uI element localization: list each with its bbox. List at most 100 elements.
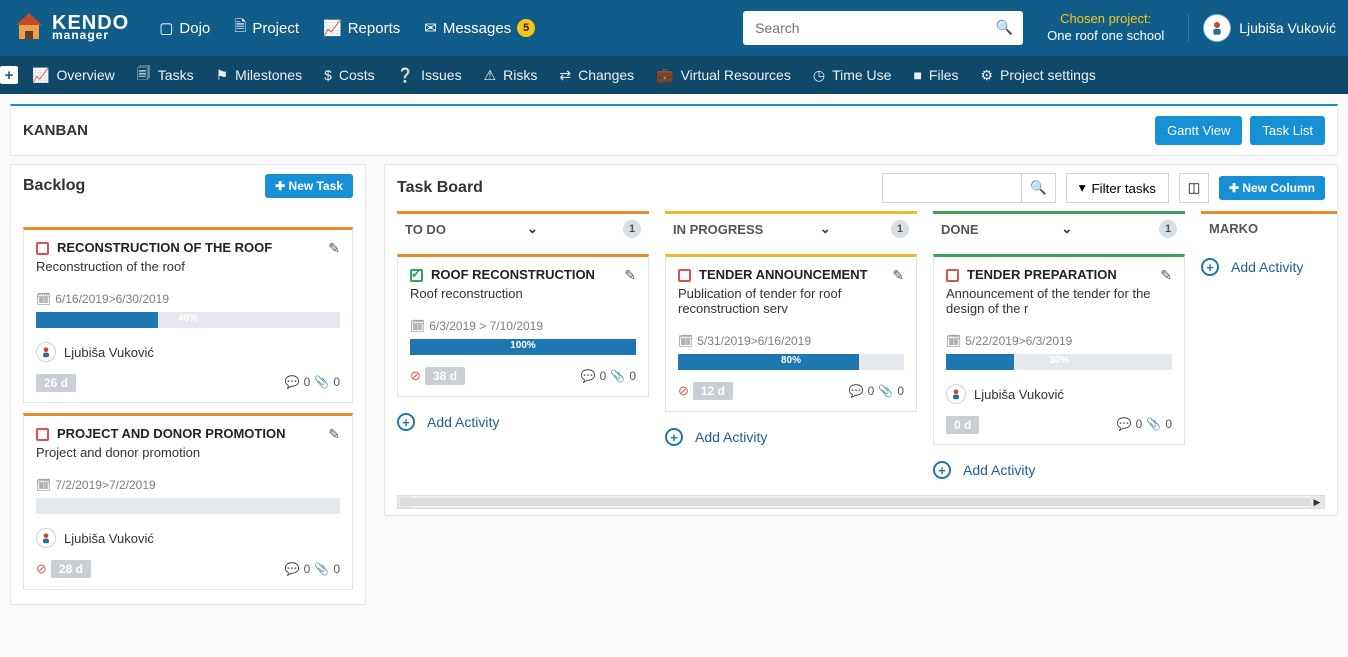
task-card[interactable]: RECONSTRUCTION OF THE ROOF ✎ Reconstruct… — [23, 227, 353, 403]
new-task-button[interactable]: ✚ New Task — [265, 174, 353, 198]
card-meta: 💬0 📎0 — [849, 384, 904, 398]
plus-icon: + — [1201, 258, 1219, 276]
edit-icon[interactable]: ✎ — [328, 240, 340, 257]
search-icon[interactable]: 🔍 — [996, 19, 1013, 36]
card-description: Publication of tender for roof reconstru… — [678, 286, 904, 316]
add-activity-button[interactable]: + Add Activity — [933, 461, 1185, 479]
chevron-down-icon[interactable]: ⌄ — [1061, 221, 1072, 237]
top-bar: KENDO manager ▢ Dojo 🗎 Project 📈 Reports… — [0, 0, 1348, 56]
subnav-tasks[interactable]: 🗐Tasks — [137, 63, 194, 87]
edit-icon[interactable]: ✎ — [1160, 267, 1172, 284]
count-badge: 1 — [1159, 220, 1177, 238]
messages-badge: 5 — [517, 19, 535, 37]
subnav-milestones[interactable]: ⚑Milestones — [216, 63, 302, 87]
calendar-icon: 🗓 — [678, 334, 693, 348]
filter-tasks-button[interactable]: ▾ Filter tasks — [1066, 173, 1169, 203]
subnav-files[interactable]: ■Files — [913, 63, 958, 87]
column-name: MARKO — [1209, 221, 1258, 236]
count-badge: 1 — [891, 220, 909, 238]
subnav-add-button[interactable]: + — [0, 66, 18, 84]
add-activity-button[interactable]: + Add Activity — [1201, 258, 1337, 276]
progress-bar — [36, 498, 340, 514]
chosen-project[interactable]: Chosen project: One roof one school — [1047, 11, 1164, 45]
nav-dojo[interactable]: ▢ Dojo — [159, 19, 210, 37]
nav-project[interactable]: 🗎 Project — [234, 16, 299, 41]
column-name: DONE — [941, 222, 979, 237]
taskboard-search-button[interactable]: 🔍 — [1022, 173, 1056, 203]
checkbox-icon[interactable] — [36, 428, 49, 441]
column-header[interactable]: DONE ⌄ 1 — [933, 211, 1185, 244]
subnav-project-settings[interactable]: ⚙Project settings — [980, 63, 1095, 87]
progress-label: 80% — [781, 355, 801, 366]
swap-icon: ⇄ — [559, 67, 571, 84]
add-activity-button[interactable]: + Add Activity — [397, 413, 649, 431]
edit-icon[interactable]: ✎ — [328, 426, 340, 443]
attachment-icon: 📎 — [610, 369, 625, 383]
gantt-view-button[interactable]: Gantt View — [1155, 116, 1242, 145]
chevron-down-icon[interactable]: ⌄ — [820, 221, 831, 237]
nav-messages[interactable]: ✉ Messages 5 — [424, 19, 535, 37]
nav-reports[interactable]: 📈 Reports — [323, 19, 400, 37]
horizontal-scrollbar[interactable]: ◀ ▶ — [397, 495, 1325, 509]
card-meta: 💬0 📎0 — [285, 562, 340, 576]
avatar-icon — [946, 384, 966, 404]
sub-bar: + 📈Overview 🗐Tasks ⚑Milestones $Costs ❔I… — [0, 56, 1348, 94]
task-card[interactable]: ROOF RECONSTRUCTION ✎ Roof reconstructio… — [397, 254, 649, 397]
chosen-project-label: Chosen project: — [1047, 11, 1164, 28]
task-card[interactable]: TENDER PREPARATION ✎ Announcement of the… — [933, 254, 1185, 445]
subnav-risks[interactable]: ⚠Risks — [484, 63, 538, 87]
subnav-costs[interactable]: $Costs — [324, 63, 375, 87]
calendar-icon: 🗓 — [36, 478, 51, 492]
task-card[interactable]: PROJECT AND DONOR PROMOTION ✎ Project an… — [23, 413, 353, 590]
global-search-input[interactable] — [743, 11, 1023, 45]
subnav-overview[interactable]: 📈Overview — [32, 63, 115, 87]
dollar-icon: $ — [324, 67, 332, 83]
board-column: DONE ⌄ 1 TENDER PREPARATION ✎ Announceme… — [933, 211, 1185, 479]
attachment-icon: 📎 — [314, 375, 329, 389]
assignee: Ljubiša Vuković — [946, 384, 1172, 404]
square-icon: ▢ — [159, 19, 173, 37]
chevron-down-icon[interactable]: ⌄ — [527, 221, 538, 237]
scroll-right-arrow[interactable]: ▶ — [1310, 496, 1324, 508]
add-activity-label: Add Activity — [1231, 259, 1303, 275]
column-header[interactable]: TO DO ⌄ 1 — [397, 211, 649, 244]
subnav-time-use[interactable]: ◷Time Use — [813, 63, 892, 87]
comment-icon: 💬 — [581, 369, 596, 383]
task-card[interactable]: TENDER ANNOUNCEMENT ✎ Publication of ten… — [665, 254, 917, 412]
scroll-thumb[interactable] — [400, 498, 1322, 506]
count-badge: 1 — [623, 220, 641, 238]
subnav-issues[interactable]: ❔Issues — [397, 63, 462, 87]
checkbox-icon[interactable] — [36, 242, 49, 255]
taskboard-search-input[interactable] — [882, 173, 1022, 203]
page-title: KANBAN — [23, 122, 88, 139]
card-description: Roof reconstruction — [410, 286, 636, 301]
subnav-changes[interactable]: ⇄ Changes — [559, 63, 634, 87]
card-title: PROJECT AND DONOR PROMOTION — [57, 426, 320, 441]
progress-bar: 40% — [36, 312, 340, 328]
column-header[interactable]: IN PROGRESS ⌄ 1 — [665, 211, 917, 244]
edit-icon[interactable]: ✎ — [892, 267, 904, 284]
card-meta: 💬0 📎0 — [581, 369, 636, 383]
new-column-button[interactable]: ✚ New Column — [1219, 176, 1325, 200]
checkbox-icon[interactable] — [410, 269, 423, 282]
comment-icon: 💬 — [285, 562, 300, 576]
subnav-label: Changes — [578, 67, 634, 83]
subnav-virtual-resources[interactable]: 💼Virtual Resources — [656, 63, 791, 87]
file-icon: 🗎 — [234, 16, 246, 41]
chart-icon: 📈 — [32, 67, 49, 84]
add-activity-button[interactable]: + Add Activity — [665, 428, 917, 446]
top-nav: ▢ Dojo 🗎 Project 📈 Reports ✉ Messages 5 — [159, 16, 535, 41]
question-icon: ❔ — [397, 67, 414, 84]
checkbox-icon[interactable] — [678, 269, 691, 282]
subnav-label: Virtual Resources — [681, 67, 791, 83]
task-list-button[interactable]: Task List — [1250, 116, 1325, 145]
edit-icon[interactable]: ✎ — [624, 267, 636, 284]
column-header[interactable]: MARKO ⌄ — [1201, 211, 1337, 242]
days-badge: 12 d — [693, 382, 733, 400]
checkbox-icon[interactable] — [946, 269, 959, 282]
layout-toggle-button[interactable]: ◫ — [1179, 173, 1209, 203]
alert-icon: ⊘ — [678, 383, 689, 398]
progress-label: 100% — [510, 340, 536, 351]
logo[interactable]: KENDO manager — [12, 11, 129, 45]
user-menu[interactable]: Ljubiša Vuković — [1188, 14, 1336, 42]
